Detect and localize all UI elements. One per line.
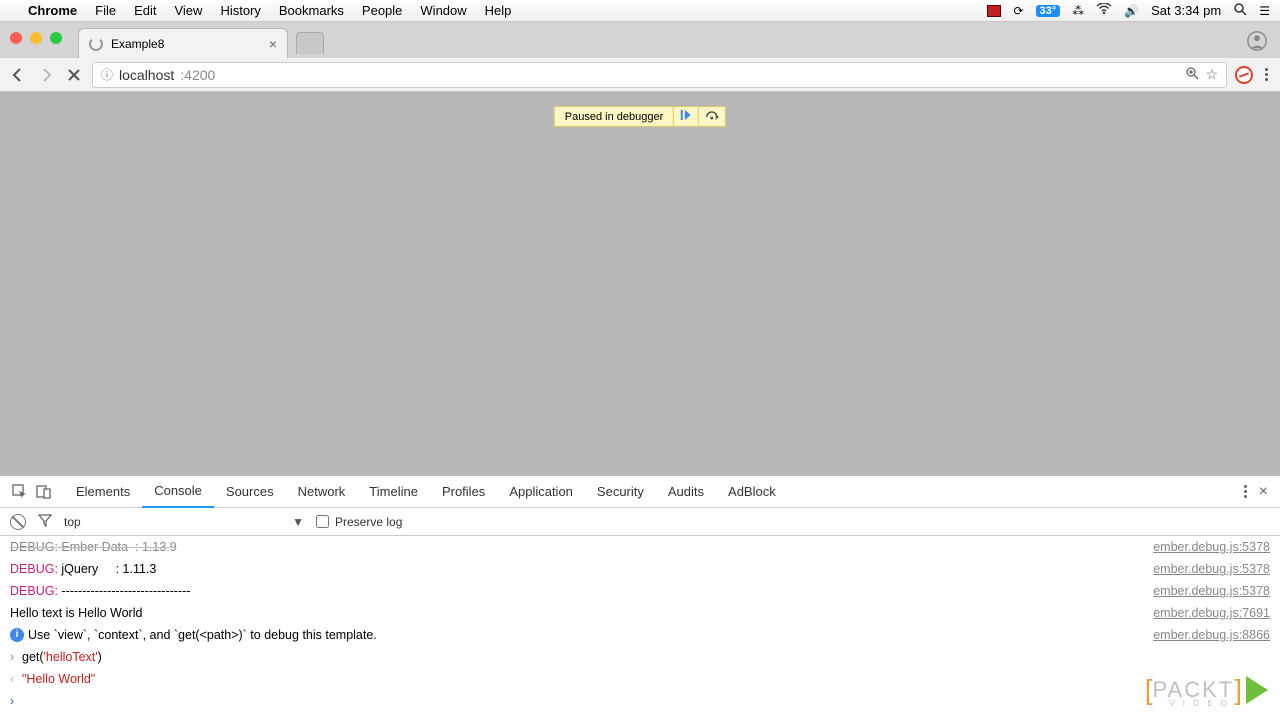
console-toolbar: top ▼ Preserve log: [0, 508, 1280, 536]
window-close-button[interactable]: [10, 32, 22, 44]
console-row: DEBUG: jQuery : 1.11.3 ember.debug.js:53…: [10, 558, 1270, 580]
console-text: DEBUG: -------------------------------: [10, 580, 1153, 602]
debugger-resume-button[interactable]: [673, 107, 698, 126]
devtools-tabbar: Elements Console Sources Network Timelin…: [0, 476, 1280, 508]
debugger-paused-banner: Paused in debugger: [554, 106, 726, 127]
adblock-extension-icon[interactable]: [1235, 66, 1253, 84]
console-text: DEBUG: Ember Data : 1.13.9: [10, 536, 1153, 558]
console-source-link[interactable]: ember.debug.js:5378: [1153, 536, 1270, 558]
devtools-tab-sources[interactable]: Sources: [214, 476, 286, 508]
devtools-close-button[interactable]: ×: [1255, 483, 1272, 501]
console-info-row: i Use `view`, `context`, and `get(<path>…: [10, 624, 1270, 646]
forward-button[interactable]: [36, 65, 56, 85]
console-source-link[interactable]: ember.debug.js:7691: [1153, 602, 1270, 624]
browser-tab[interactable]: Example8 ×: [78, 28, 288, 58]
preserve-log-checkbox[interactable]: Preserve log: [316, 515, 402, 529]
devtools-tab-audits[interactable]: Audits: [656, 476, 716, 508]
back-button[interactable]: [8, 65, 28, 85]
devtools-tab-timeline[interactable]: Timeline: [357, 476, 430, 508]
console-text: DEBUG: jQuery : 1.11.3: [10, 558, 1153, 580]
preserve-log-input[interactable]: [316, 515, 329, 528]
devtools-tab-profiles[interactable]: Profiles: [430, 476, 497, 508]
device-toolbar-icon[interactable]: [32, 480, 56, 504]
macos-menubar: Chrome File Edit View History Bookmarks …: [0, 0, 1280, 22]
page-viewport: Paused in debugger: [0, 92, 1280, 474]
console-source-link[interactable]: ember.debug.js:8866: [1153, 624, 1270, 646]
spotlight-icon[interactable]: [1233, 2, 1247, 19]
menu-list-icon[interactable]: ☰: [1259, 4, 1270, 18]
preserve-log-label: Preserve log: [335, 515, 402, 529]
output-chevron-icon: ‹: [10, 668, 22, 690]
profile-icon[interactable]: [1246, 30, 1268, 52]
devtools-menu-button[interactable]: [1244, 485, 1247, 498]
stop-button[interactable]: [64, 65, 84, 85]
menubar-right: ⟳ 33° ⁂ 🔊 Sat 3:34 pm ☰: [987, 2, 1270, 19]
menu-bookmarks[interactable]: Bookmarks: [279, 3, 344, 18]
clock[interactable]: Sat 3:34 pm: [1151, 3, 1221, 18]
bookmark-star-icon[interactable]: ☆: [1205, 66, 1218, 83]
console-source-link[interactable]: ember.debug.js:5378: [1153, 558, 1270, 580]
menu-edit[interactable]: Edit: [134, 3, 156, 18]
info-icon: i: [10, 628, 24, 642]
menu-window[interactable]: Window: [420, 3, 466, 18]
tab-title: Example8: [111, 37, 164, 51]
url-host: localhost: [119, 67, 174, 83]
devtools-tab-application[interactable]: Application: [497, 476, 585, 508]
new-tab-button[interactable]: [296, 32, 324, 54]
console-prompt[interactable]: ›: [10, 690, 1270, 712]
console-output[interactable]: DEBUG: Ember Data : 1.13.9 ember.debug.j…: [0, 536, 1280, 720]
devtools-tab-security[interactable]: Security: [585, 476, 656, 508]
recording-icon[interactable]: [987, 5, 1001, 17]
devtools-tab-adblock[interactable]: AdBlock: [716, 476, 788, 508]
devtools-panel: Elements Console Sources Network Timelin…: [0, 474, 1280, 720]
battery-badge[interactable]: 33°: [1036, 5, 1061, 17]
zoom-icon[interactable]: [1185, 66, 1199, 83]
window-controls: [10, 32, 62, 44]
tab-close-button[interactable]: ×: [269, 36, 277, 52]
prompt-chevron-icon: ›: [10, 690, 22, 712]
loading-spinner-icon: [89, 37, 103, 51]
console-text: "Hello World": [22, 668, 1270, 690]
console-row: DEBUG: ------------------------------- e…: [10, 580, 1270, 602]
menu-people[interactable]: People: [362, 3, 402, 18]
devtools-tab-console[interactable]: Console: [142, 476, 214, 508]
chrome-menu-button[interactable]: [1261, 68, 1272, 81]
menu-file[interactable]: File: [95, 3, 116, 18]
filter-icon[interactable]: [38, 513, 52, 530]
console-text: Use `view`, `context`, and `get(<path>)`…: [28, 624, 1147, 646]
console-text: Hello text is Hello World: [10, 602, 1153, 624]
app-name[interactable]: Chrome: [28, 3, 77, 18]
input-chevron-icon: ›: [10, 646, 22, 668]
window-maximize-button[interactable]: [50, 32, 62, 44]
sync-icon[interactable]: ⟳: [1013, 4, 1023, 18]
console-row: Hello text is Hello World ember.debug.js…: [10, 602, 1270, 624]
console-source-link[interactable]: ember.debug.js:5378: [1153, 580, 1270, 602]
console-input-row: › get('helloText'): [10, 646, 1270, 668]
debugger-step-over-button[interactable]: [698, 107, 725, 126]
devtools-tab-network[interactable]: Network: [286, 476, 358, 508]
console-text: get('helloText'): [22, 646, 1270, 668]
wifi-icon[interactable]: [1096, 3, 1112, 18]
window-minimize-button[interactable]: [30, 32, 42, 44]
inspect-element-icon[interactable]: [8, 480, 32, 504]
volume-icon[interactable]: 🔊: [1124, 4, 1139, 18]
devtools-tab-elements[interactable]: Elements: [64, 476, 142, 508]
chrome-tabstrip: Example8 ×: [0, 22, 1280, 58]
menu-history[interactable]: History: [220, 3, 260, 18]
chrome-toolbar: ⓘ localhost :4200 ☆: [0, 58, 1280, 92]
url-port: :4200: [180, 67, 215, 83]
clear-console-button[interactable]: [10, 514, 26, 530]
address-bar[interactable]: ⓘ localhost :4200 ☆: [92, 62, 1227, 88]
debugger-message: Paused in debugger: [555, 108, 673, 126]
bluetooth-icon[interactable]: ⁂: [1072, 4, 1084, 18]
caret-down-icon: ▼: [292, 515, 304, 529]
menu-help[interactable]: Help: [485, 3, 512, 18]
console-output-row: ‹ "Hello World": [10, 668, 1270, 690]
execution-context-selector[interactable]: top ▼: [64, 515, 304, 529]
console-row: DEBUG: Ember Data : 1.13.9 ember.debug.j…: [10, 536, 1270, 558]
menu-view[interactable]: View: [174, 3, 202, 18]
site-info-icon[interactable]: ⓘ: [101, 66, 113, 83]
menubar-left: Chrome File Edit View History Bookmarks …: [10, 3, 511, 18]
context-label: top: [64, 515, 81, 529]
